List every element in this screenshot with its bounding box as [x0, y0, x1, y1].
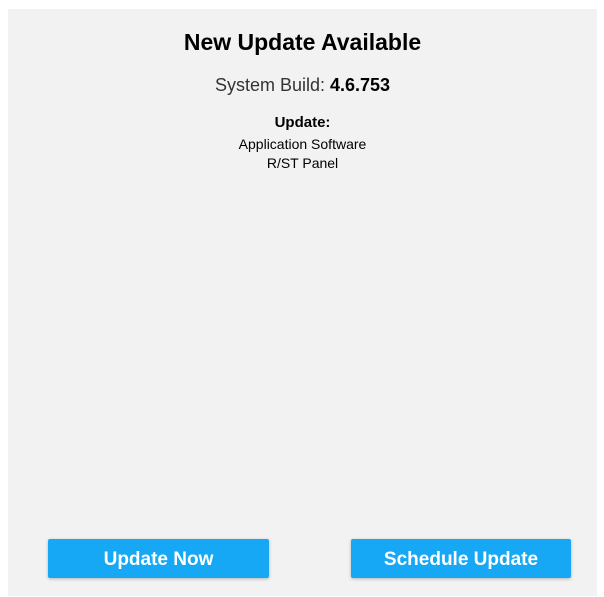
- update-item-application-software: Application Software: [238, 136, 367, 152]
- dialog-title: New Update Available: [183, 29, 422, 55]
- update-items-list: Application Software R/ST Panel: [8, 135, 597, 173]
- update-dialog-panel: New Update Available System Build: 4.6.7…: [8, 9, 597, 596]
- system-build-value: 4.6.753: [329, 75, 391, 95]
- system-build-row: System Build: 4.6.753: [8, 75, 597, 96]
- update-now-button[interactable]: Update Now: [48, 539, 269, 578]
- system-build-label: System Build:: [214, 75, 330, 95]
- update-item-rst-panel: R/ST Panel: [266, 155, 339, 171]
- update-heading: Update:: [274, 114, 331, 131]
- schedule-update-button[interactable]: Schedule Update: [351, 539, 571, 578]
